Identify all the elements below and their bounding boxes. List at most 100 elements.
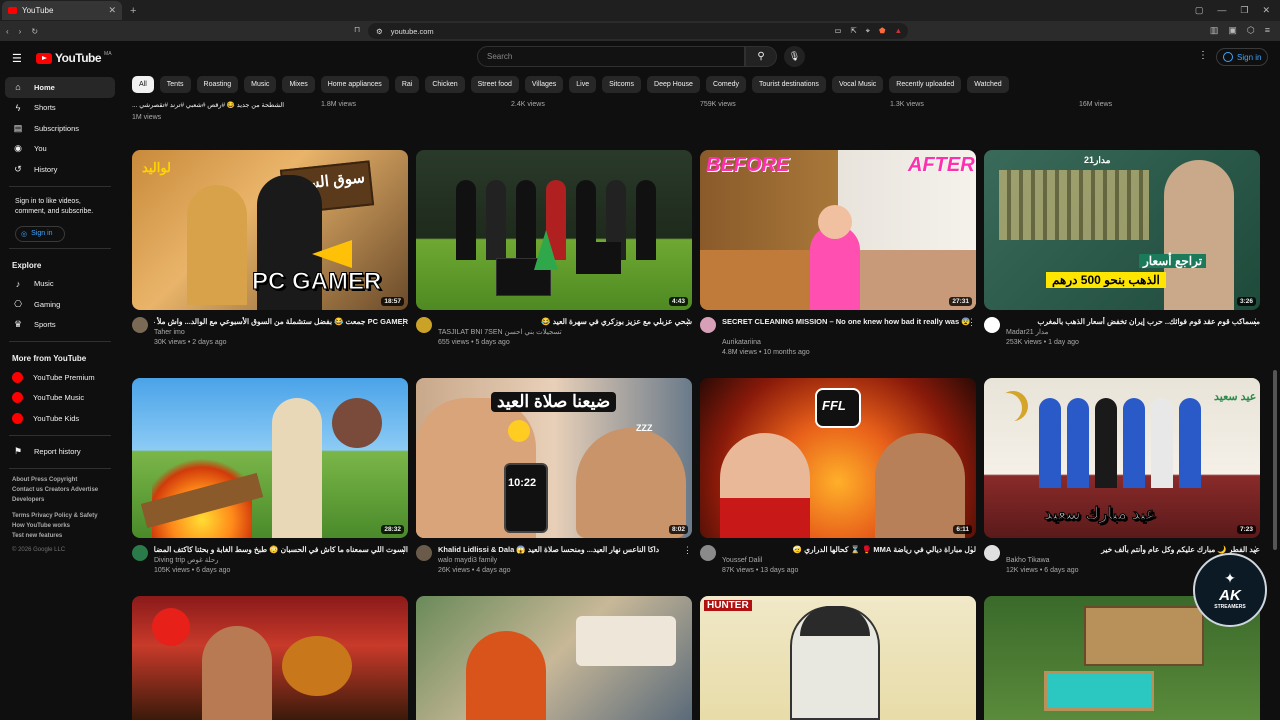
sidebar-item-sports[interactable]: ♛ Sports [5,315,115,336]
video-card[interactable] [416,596,692,720]
footer-links-4[interactable]: Terms Privacy Policy & Safety [5,511,115,521]
chip-music[interactable]: Music [244,76,277,93]
restore-icon[interactable]: ❐ [1240,5,1248,16]
chip-chicken[interactable]: Chicken [425,76,465,93]
chip-villages[interactable]: Villages [524,76,564,93]
video-card[interactable]: 4:43 شحي عزبلي مع عزيز بوزكري في سهرة ال… [416,150,692,348]
close-tab-icon[interactable]: ✕ [108,5,116,16]
channel-name[interactable]: Diving trip رحلة غوص [154,555,408,566]
sidebar-item-home[interactable]: ⌂ Home [5,77,115,98]
video-thumbnail[interactable]: BEFORE AFTER 27:31 [700,150,976,310]
video-card[interactable]: 28:32 السوت اللي سمعناه ما كاش في الحسبا… [132,378,408,576]
chip-recently-uploaded[interactable]: Recently uploaded [889,76,962,93]
channel-avatar[interactable] [700,317,716,333]
back-icon[interactable]: ‹ [6,27,9,36]
sidebar-item-report-history[interactable]: ⚑ Report history [5,442,115,463]
page-scrollbar[interactable] [1273,370,1277,550]
footer-links-5[interactable]: How YouTube works [5,521,115,531]
channel-name[interactable]: TASJILAT BNI 7SEN تسجيلات بني احسن [438,327,692,338]
more-options-icon[interactable]: ⋮ [683,545,692,556]
voice-search-button[interactable]: 🎙 [784,46,805,67]
sidebar-item-history[interactable]: ↺ History [5,159,115,180]
share-icon[interactable]: ⇱ [851,26,857,36]
video-card[interactable]: HUNTER [700,596,976,720]
video-card[interactable]: سوق الست لواليد PC GAMER 18:57 PC GAMER … [132,150,408,348]
channel-name[interactable]: walo maydi3 family [438,555,692,566]
address-bar[interactable]: ⚙ youtube.com ▭ ⇱ ⌖ ⬟ ▲ [368,23,908,39]
forward-icon[interactable]: › [19,27,22,36]
youtube-logo[interactable]: YouTube MA [36,51,112,65]
video-card[interactable]: FFL 6:11 لول مباراة ديالي في رياضة MMA 🥊… [700,378,976,576]
bookmark-icon[interactable]: ⊓ [354,25,360,34]
cast-icon[interactable]: ▭ [834,26,841,36]
chip-tents[interactable]: Tents [159,76,191,93]
video-card[interactable]: عيد سعيد عيد مبارك سعيد 7:23 عيد الفطر 🌙… [984,378,1260,576]
video-title[interactable]: PC GAMER جمعت 😂 بفضل ستشملة من السوق الأ… [154,317,408,327]
video-title[interactable]: Khalid Lidlissi & Dala 😱 داكا الناعس نها… [438,545,692,555]
sidebar-sign-in-button[interactable]: ◎ Sign in [15,225,65,242]
footer-links-6[interactable]: Test new features [5,531,115,541]
chip-tourist-destinations[interactable]: Tourist destinations [752,76,826,93]
more-options-icon[interactable]: ⋮ [967,317,976,328]
channel-avatar[interactable] [984,545,1000,561]
more-options-icon[interactable]: ⋮ [399,545,408,556]
channel-avatar[interactable] [416,317,432,333]
chip-mixes[interactable]: Mixes [282,76,315,93]
channel-avatar[interactable] [132,317,148,333]
video-title[interactable]: مسماكب قوم عقد قوم فوائك.. حرب إيران تخف… [1006,317,1260,327]
channel-name[interactable]: Youssef Dalil [722,555,976,566]
video-thumbnail[interactable]: FFL 6:11 [700,378,976,538]
chip-comedy[interactable]: Comedy [705,76,747,93]
video-thumbnail[interactable]: 28:32 [132,378,408,538]
video-title[interactable]: شحي عزبلي مع عزيز بوزكري في سهرة العيد 😂 [438,317,692,327]
video-thumbnail[interactable]: ضيعنا صلاة العيد 10:22 ZZZ 8:02 [416,378,692,538]
chip-watched[interactable]: Watched [967,76,1009,93]
channel-avatar[interactable] [984,317,1000,333]
rewards-icon[interactable]: ▲ [895,26,902,36]
chip-all[interactable]: All [132,76,154,93]
channel-name[interactable]: Aurikatariina [722,337,976,348]
video-thumbnail[interactable]: مدار21 تراجع أسعار الذهب بنحو 500 درهم 3… [984,150,1260,310]
hamburger-menu-icon[interactable]: ☰ [12,52,22,65]
close-window-icon[interactable]: ✕ [1262,5,1270,16]
video-thumbnail[interactable]: HUNTER [700,596,976,720]
sign-in-button[interactable]: Sign in [1216,48,1269,66]
chip-roasting[interactable]: Roasting [196,76,239,93]
chip-sitcoms[interactable]: Sitcoms [602,76,642,93]
screenshot-icon[interactable]: ⌖ [866,26,870,36]
sidebar-item-subscriptions[interactable]: ▤ Subscriptions [5,118,115,139]
footer-links-3[interactable]: Developers [5,495,115,505]
shield-icon[interactable]: ⬟ [879,26,886,36]
video-thumbnail[interactable]: عيد سعيد عيد مبارك سعيد 7:23 [984,378,1260,538]
more-options-icon[interactable]: ⋮ [1251,317,1260,328]
video-thumbnail[interactable] [132,596,408,720]
sidebar-item-music-app[interactable]: YouTube Music [5,388,115,409]
new-tab-icon[interactable]: + [130,5,136,17]
video-card[interactable]: مدار21 تراجع أسعار الذهب بنحو 500 درهم 3… [984,150,1260,348]
video-card[interactable]: BEFORE AFTER 27:31 SECRET CLEANING MISSI… [700,150,976,358]
tab-list-icon[interactable]: ▢ [1195,5,1204,16]
footer-links-2[interactable]: Contact us Creators Advertise [5,485,115,495]
minimize-icon[interactable]: — [1217,5,1226,16]
more-options-icon[interactable]: ⋮ [1251,545,1260,556]
more-options-icon[interactable]: ⋮ [399,317,408,328]
sidebar-item-shorts[interactable]: ϟ Shorts [5,98,115,119]
video-title[interactable]: السوت اللي سمعناه ما كاش في الحسبان 😳 طب… [154,545,408,555]
video-card[interactable] [132,596,408,720]
video-thumbnail[interactable] [416,596,692,720]
channel-avatar[interactable] [700,545,716,561]
channel-name[interactable]: Taher imo [154,327,408,338]
sidebar-item-premium[interactable]: YouTube Premium [5,367,115,388]
video-title[interactable]: لول مباراة ديالي في رياضة MMA 🥊 ⌛ كحالها… [722,545,976,555]
chip-rai[interactable]: Rai [394,76,420,93]
channel-avatar[interactable] [416,545,432,561]
sidebar-item-gaming[interactable]: ⎔ Gaming [5,294,115,315]
vpn-icon[interactable]: ⬡ [1247,25,1255,36]
footer-links-1[interactable]: About Press Copyright [5,475,115,485]
video-thumbnail[interactable]: سوق الست لواليد PC GAMER 18:57 [132,150,408,310]
settings-menu-icon[interactable]: ⋮ [1198,50,1208,61]
reload-icon[interactable]: ↻ [31,27,38,36]
search-input[interactable]: Search [477,46,745,67]
sidebar-item-kids[interactable]: YouTube Kids [5,408,115,429]
wallet-icon[interactable]: ▣ [1228,25,1237,36]
